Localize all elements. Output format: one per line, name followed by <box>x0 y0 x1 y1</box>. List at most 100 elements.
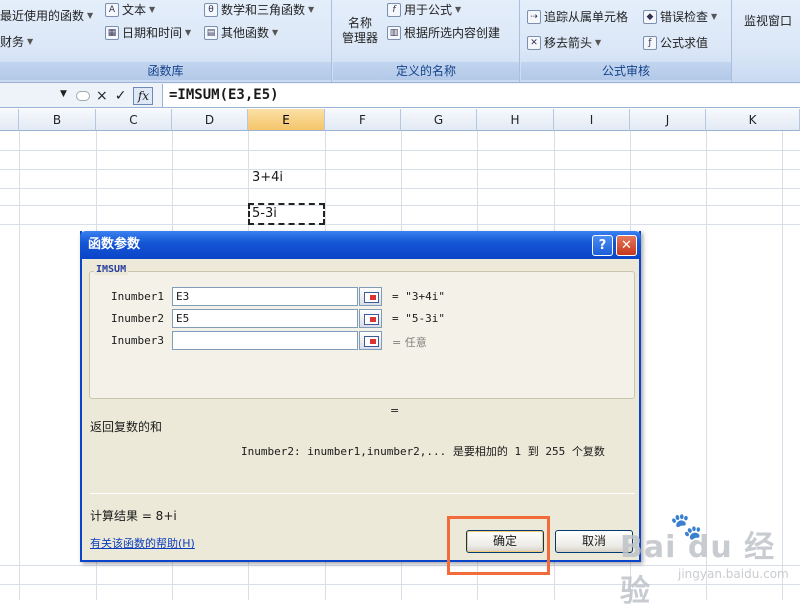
collapse-dialog-icon[interactable] <box>359 309 382 328</box>
close-icon[interactable]: ✕ <box>616 235 637 256</box>
grid-line <box>0 188 800 189</box>
text-icon: A <box>105 2 119 17</box>
dialog-title-bar[interactable]: 函数参数 ? ✕ <box>80 231 641 259</box>
cancel-icon[interactable]: × <box>96 88 108 104</box>
name-manager-button[interactable]: 名称 管理器 <box>339 16 381 46</box>
calendar-icon: ▦ <box>105 25 119 40</box>
evaluate-formula-icon: ƒ <box>643 35 657 50</box>
column-header-f[interactable]: F <box>325 109 401 131</box>
argument-result: = "5-3i" <box>392 312 445 325</box>
argument-row-inumber1: Inumber1 E3 = "3+4i" <box>82 287 643 307</box>
math-trig-button[interactable]: θ 数学和三角函数 ▼ <box>204 1 314 18</box>
collapse-dialog-icon[interactable] <box>359 287 382 306</box>
formula-result-preview: = <box>390 404 400 417</box>
divider <box>90 493 635 494</box>
insert-function-icon[interactable]: fx <box>133 86 154 105</box>
group-watch: 监视窗口 <box>733 0 800 82</box>
ribbon: 最近使用的函数 ▼ A 文本 ▼ θ 数学和三角函数 ▼ 财务 ▼ ▦ 日期和时间 ▼ ▤ 其他函… <box>0 0 800 83</box>
group-caption-function-library: 函数库 <box>0 62 331 80</box>
chevron-down-icon: ▼ <box>308 5 315 14</box>
inumber3-input[interactable] <box>172 331 358 350</box>
baidu-watermark: 🐾 Bai du 经验 jingyan.baidu.com <box>620 512 795 609</box>
column-header-c[interactable]: C <box>96 109 172 131</box>
trace-dependents-icon: ⇢ <box>527 9 541 24</box>
name-box-dropdown-icon[interactable]: ▼ <box>60 89 67 99</box>
chevron-down-icon: ▼ <box>149 5 156 14</box>
inumber1-input[interactable]: E3 <box>172 287 358 306</box>
create-from-selection-label: 根据所选内容创建 <box>404 26 501 40</box>
watch-window-label: 监视窗口 <box>743 14 792 28</box>
trace-dependents-label: 追踪从属单元格 <box>544 10 629 24</box>
help-icon[interactable]: ? <box>592 235 613 256</box>
use-in-formula-label: 用于公式 <box>404 3 453 17</box>
formula-bar: ▼ × ✓ fx =IMSUM(E3,E5) <box>0 83 800 108</box>
chevron-down-icon: ▼ <box>595 38 602 47</box>
chevron-down-icon: ▼ <box>272 28 279 37</box>
column-header-k[interactable]: K <box>706 109 800 131</box>
chevron-down-icon: ▼ <box>87 11 94 20</box>
date-time-label: 日期和时间 <box>122 26 183 40</box>
financial-label: 财务 <box>0 35 25 49</box>
create-from-selection-button[interactable]: ▥ 根据所选内容创建 <box>387 24 500 41</box>
more-functions-label: 其他函数 <box>221 26 270 40</box>
grid-line <box>19 131 20 600</box>
formula-bar-resize-handle[interactable] <box>76 90 90 101</box>
argument-description: Inumber2: inumber1,inumber2,... 是要相加的 1 … <box>241 445 605 458</box>
watermark-brand: Bai du 经验 <box>620 530 776 609</box>
argument-row-inumber2: Inumber2 E5 = "5-3i" <box>82 309 643 329</box>
inumber2-input[interactable]: E5 <box>172 309 358 328</box>
function-help-link[interactable]: 有关该函数的帮助(H) <box>90 535 195 551</box>
column-header-d[interactable]: D <box>172 109 248 131</box>
annotation-highlight-box <box>447 516 550 575</box>
more-functions-button[interactable]: ▤ 其他函数 ▼ <box>204 24 278 41</box>
argument-label: Inumber3 <box>111 334 164 347</box>
column-header-j[interactable]: J <box>630 109 706 131</box>
financial-button[interactable]: 财务 ▼ <box>0 33 33 50</box>
text-functions-button[interactable]: A 文本 ▼ <box>105 1 155 18</box>
argument-row-inumber3: Inumber3 = 任意 <box>82 331 643 351</box>
remove-arrows-label: 移去箭头 <box>544 36 593 50</box>
error-checking-label: 错误检查 <box>660 10 709 24</box>
group-formula-auditing: ⇢ 追踪从属单元格 ◆ 错误检查 ▼ ✕ 移去箭头 ▼ ƒ 公式求值 公式审核 <box>521 0 732 82</box>
column-header-e[interactable]: E <box>248 109 325 131</box>
error-checking-button[interactable]: ◆ 错误检查 ▼ <box>643 8 717 25</box>
use-in-formula-button[interactable]: f 用于公式 ▼ <box>387 1 461 18</box>
function-name: IMSUM <box>94 264 129 275</box>
function-arguments-dialog: 函数参数 ? ✕ IMSUM Inumber1 E3 = "3+4i" Inum… <box>80 231 641 562</box>
date-time-button[interactable]: ▦ 日期和时间 ▼ <box>105 24 191 41</box>
text-functions-label: 文本 <box>122 3 147 17</box>
trace-dependents-button[interactable]: ⇢ 追踪从属单元格 <box>527 8 628 25</box>
math-trig-label: 数学和三角函数 <box>221 3 306 17</box>
create-from-selection-icon: ▥ <box>387 25 401 40</box>
column-header-h[interactable]: H <box>477 109 554 131</box>
math-icon: θ <box>204 2 218 17</box>
column-header-g[interactable]: G <box>401 109 477 131</box>
name-manager-label-line2: 管理器 <box>341 31 378 45</box>
watermark-url: jingyan.baidu.com <box>678 567 789 581</box>
cell-e3[interactable]: 3+4i <box>252 170 283 185</box>
evaluate-formula-button[interactable]: ƒ 公式求值 <box>643 34 708 51</box>
more-functions-icon: ▤ <box>204 25 218 40</box>
formula-buttons: × ✓ fx <box>76 86 154 105</box>
grid-line <box>0 169 800 170</box>
collapse-dialog-icon[interactable] <box>359 331 382 350</box>
group-caption-defined-names: 定义的名称 <box>333 62 519 80</box>
error-check-icon: ◆ <box>643 9 657 24</box>
column-header-i[interactable]: I <box>554 109 630 131</box>
formula-input[interactable]: =IMSUM(E3,E5) <box>162 84 800 107</box>
enter-icon[interactable]: ✓ <box>115 88 127 104</box>
argument-result: = 任意 <box>392 336 427 349</box>
recent-functions-label: 最近使用的函数 <box>0 9 85 23</box>
cell-e5[interactable]: 5-3i <box>252 206 277 221</box>
watch-window-button[interactable]: 监视窗口 <box>737 14 799 29</box>
fx-icon: f <box>387 2 401 17</box>
chevron-down-icon: ▼ <box>27 37 34 46</box>
chevron-down-icon: ▼ <box>711 12 718 21</box>
name-manager-label-line1: 名称 <box>347 16 372 30</box>
group-caption-formula-auditing: 公式审核 <box>521 62 731 80</box>
grid-line <box>0 205 800 206</box>
recent-functions-button[interactable]: 最近使用的函数 ▼ <box>0 7 93 24</box>
column-header-b[interactable]: B <box>19 109 96 131</box>
remove-arrows-button[interactable]: ✕ 移去箭头 ▼ <box>527 34 601 51</box>
argument-label: Inumber1 <box>111 290 164 303</box>
